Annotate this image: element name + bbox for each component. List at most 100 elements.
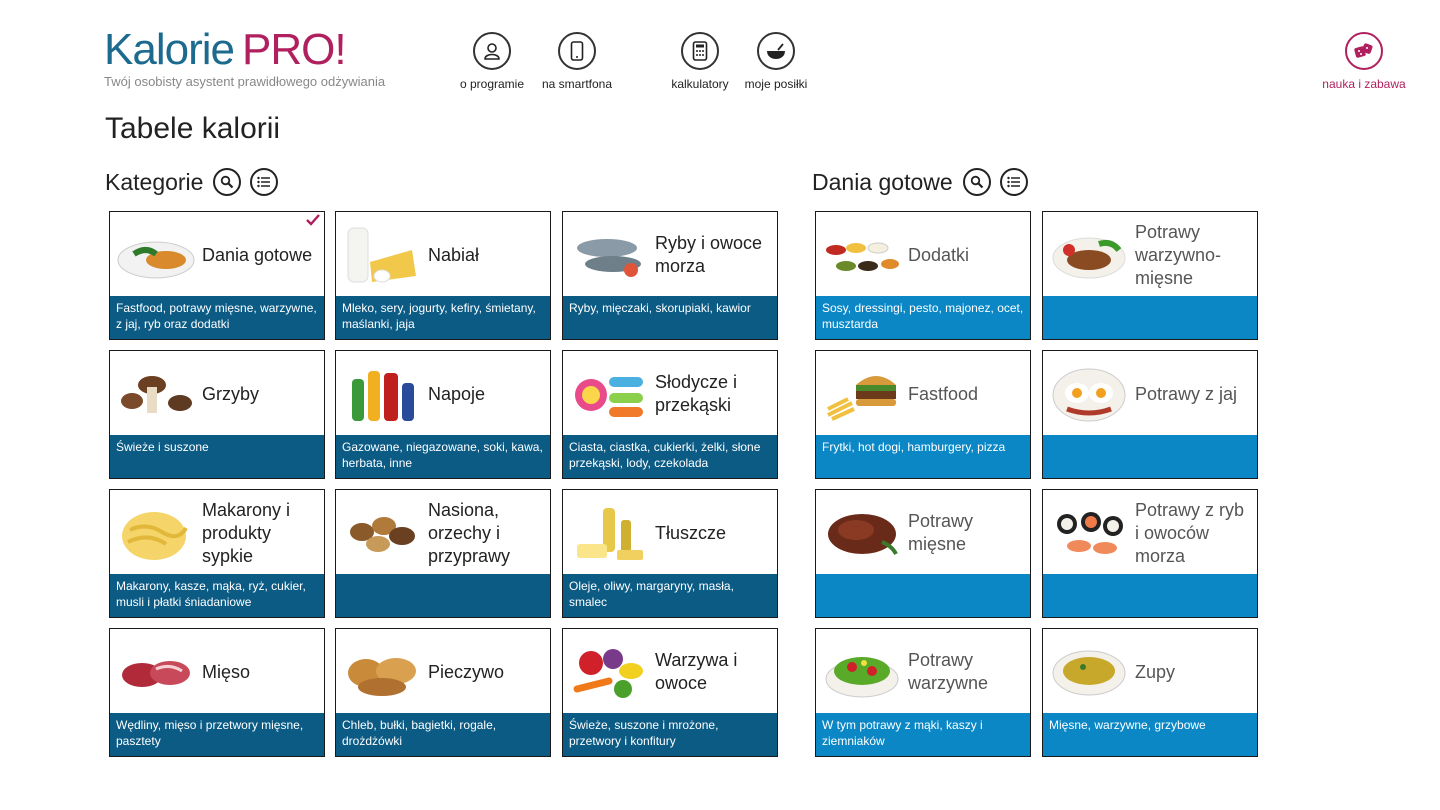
smartphone-label: na smartfona — [541, 77, 613, 91]
person-icon — [473, 32, 511, 70]
dice-icon — [1345, 32, 1383, 70]
list-icon[interactable] — [250, 168, 279, 196]
tile-description: Mięsne, warzywne, grzybowe — [1043, 713, 1257, 756]
fish-icon — [577, 239, 641, 277]
nuts-icon — [350, 517, 415, 552]
ready-tile-meat-dishes[interactable]: Potrawy mięsne — [815, 489, 1031, 618]
learn-fun-label: nauka i zabawa — [1322, 77, 1406, 91]
tile-description: Fastfood, potrawy mięsne, warzywne, z ja… — [110, 296, 324, 339]
tile-description: Świeże, suszone i mrożone, przetwory i k… — [563, 713, 777, 756]
category-tile-pasta[interactable]: Makarony i produkty sypkie Makarony, kas… — [109, 489, 325, 618]
tile-name: Pieczywo — [428, 661, 505, 682]
ready-meals-title: Dania gotowe — [812, 168, 953, 195]
tile-description — [1043, 296, 1257, 339]
page-title: Tabele kalorii — [105, 112, 281, 145]
category-tile-ready-meals[interactable]: Dania gotowe Fastfood, potrawy mięsne, w… — [109, 211, 325, 340]
about-button[interactable]: o programie — [447, 32, 537, 91]
steak-icon — [828, 514, 898, 555]
ready-tile-eggs[interactable]: Potrawy z jaj — [1042, 350, 1258, 479]
bowl-icon — [757, 32, 795, 70]
mushrooms-icon — [121, 376, 192, 413]
soup-icon — [1052, 650, 1126, 696]
tile-description: Oleje, oliwy, margaryny, masła, smalec — [563, 574, 777, 617]
category-tile-meat[interactable]: Mięso Wędliny, mięso i przetwory mięsne,… — [109, 628, 325, 757]
sushi-icon — [1057, 512, 1123, 554]
ready-tile-fish-dishes[interactable]: Potrawy z ryb i owoców morza — [1042, 489, 1258, 618]
eggs-icon — [1052, 368, 1126, 422]
category-tile-vegetables-fruit[interactable]: Warzywa i owoce Świeże, suszone i mrożon… — [562, 628, 778, 757]
category-tile-mushrooms[interactable]: Grzyby Świeże i suszone — [109, 350, 325, 479]
meat-veg-dish-icon — [1052, 237, 1126, 279]
ready-tile-fastfood[interactable]: Fastfood Frytki, hot dogi, hamburgery, p… — [815, 350, 1031, 479]
tile-description: Ryby, mięczaki, skorupiaki, kawior — [563, 296, 777, 339]
tile-description: Świeże i suszone — [110, 435, 324, 478]
salad-icon — [825, 657, 899, 698]
my-meals-button[interactable]: moje posiłki — [731, 32, 821, 91]
tile-name: Potrawy warzywne — [908, 650, 989, 693]
tile-description: W tym potrawy z mąki, kaszy i ziemniaków — [816, 713, 1030, 756]
categories-title: Kategorie — [105, 168, 204, 195]
tile-name: Zupy — [1135, 661, 1176, 682]
search-icon[interactable] — [213, 168, 242, 196]
tile-description: Chleb, bułki, bagietki, rogale, drożdżów… — [336, 713, 550, 756]
tile-name: Nabiał — [428, 244, 480, 265]
tile-name: Nasiona, orzechy i przyprawy — [428, 499, 511, 566]
ready-tile-veg-dishes[interactable]: Potrawy warzywne W tym potrawy z mąki, k… — [815, 628, 1031, 757]
category-tile-dairy[interactable]: Nabiał Mleko, sery, jogurty, kefiry, śmi… — [335, 211, 551, 340]
category-tile-fats[interactable]: Tłuszcze Oleje, oliwy, margaryny, masła,… — [562, 489, 778, 618]
calculator-icon — [681, 32, 719, 70]
tile-description — [1043, 435, 1257, 478]
search-icon[interactable] — [962, 168, 991, 196]
category-tile-fish[interactable]: Ryby i owoce morza Ryby, mięczaki, skoru… — [562, 211, 778, 340]
tile-description: Wędliny, mięso i przetwory mięsne, paszt… — [110, 713, 324, 756]
tile-name: Potrawy warzywno-mięsne — [1135, 221, 1222, 288]
category-tile-bread[interactable]: Pieczywo Chleb, bułki, bagietki, rogale,… — [335, 628, 551, 757]
tile-name: Fastfood — [908, 383, 979, 404]
categories-header: Kategorie — [105, 168, 287, 196]
tile-description — [336, 574, 550, 617]
tile-description: Gazowane, niegazowane, soki, kawa, herba… — [336, 435, 550, 478]
burger-icon — [827, 376, 896, 421]
tile-name: Potrawy mięsne — [908, 511, 974, 554]
learn-fun-button[interactable]: nauka i zabawa — [1319, 32, 1409, 91]
category-tile-sweets[interactable]: Słodycze i przekąski Ciasta, ciastka, cu… — [562, 350, 778, 479]
tile-name: Potrawy z jaj — [1135, 383, 1238, 404]
logo-pro-text: PRO! — [241, 25, 347, 74]
category-tile-nuts[interactable]: Nasiona, orzechy i przyprawy — [335, 489, 551, 618]
tile-description: Ciasta, ciastka, cukierki, żelki, słone … — [563, 435, 777, 478]
list-icon[interactable] — [999, 168, 1028, 196]
tile-name: Grzyby — [202, 383, 260, 404]
meat-icon — [122, 661, 190, 687]
tile-name: Makarony i produkty sypkie — [202, 499, 291, 566]
tile-description — [1043, 574, 1257, 617]
ready-meals-header: Dania gotowe — [812, 168, 1037, 196]
tile-description: Mleko, sery, jogurty, kefiry, śmietany, … — [336, 296, 550, 339]
tile-name: Mięso — [202, 661, 251, 682]
pasta-icon — [122, 512, 188, 560]
ready-tile-soups[interactable]: Zupy Mięsne, warzywne, grzybowe — [1042, 628, 1258, 757]
tile-description: Frytki, hot dogi, hamburgery, pizza — [816, 435, 1030, 478]
ready-meal-plate-icon — [117, 241, 195, 279]
tile-description — [816, 574, 1030, 617]
tile-name: Ryby i owoce morza — [655, 233, 763, 276]
category-tile-drinks[interactable]: Napoje Gazowane, niegazowane, soki, kawa… — [335, 350, 551, 479]
fats-icon — [577, 508, 643, 560]
tile-description: Makarony, kasze, mąka, ryż, cukier, musl… — [110, 574, 324, 617]
tile-name: Warzywa i owoce — [655, 650, 738, 693]
dairy-icon — [347, 227, 416, 283]
tile-name: Dodatki — [908, 244, 970, 265]
smartphone-button[interactable]: na smartfona — [532, 32, 622, 91]
sauces-icon — [826, 242, 899, 271]
ready-tile-meat-veg[interactable]: Potrawy warzywno-mięsne — [1042, 211, 1258, 340]
sweets-icon — [575, 377, 643, 417]
app-tagline: Twój osobisty asystent prawidłowego odży… — [104, 74, 386, 89]
bread-icon — [348, 658, 416, 696]
app-logo: Kalorie PRO! Twój osobisty asystent prawi… — [104, 25, 386, 90]
logo-text: Kalorie — [104, 25, 235, 74]
tile-name: Potrawy z ryb i owoców morza — [1135, 499, 1245, 566]
tile-name: Słodycze i przekąski — [655, 372, 738, 415]
tile-name: Dania gotowe — [202, 244, 313, 265]
tile-name: Tłuszcze — [655, 522, 727, 543]
ready-tile-sides[interactable]: Dodatki Sosy, dressingi, pesto, majonez,… — [815, 211, 1031, 340]
about-label: o programie — [459, 77, 525, 91]
